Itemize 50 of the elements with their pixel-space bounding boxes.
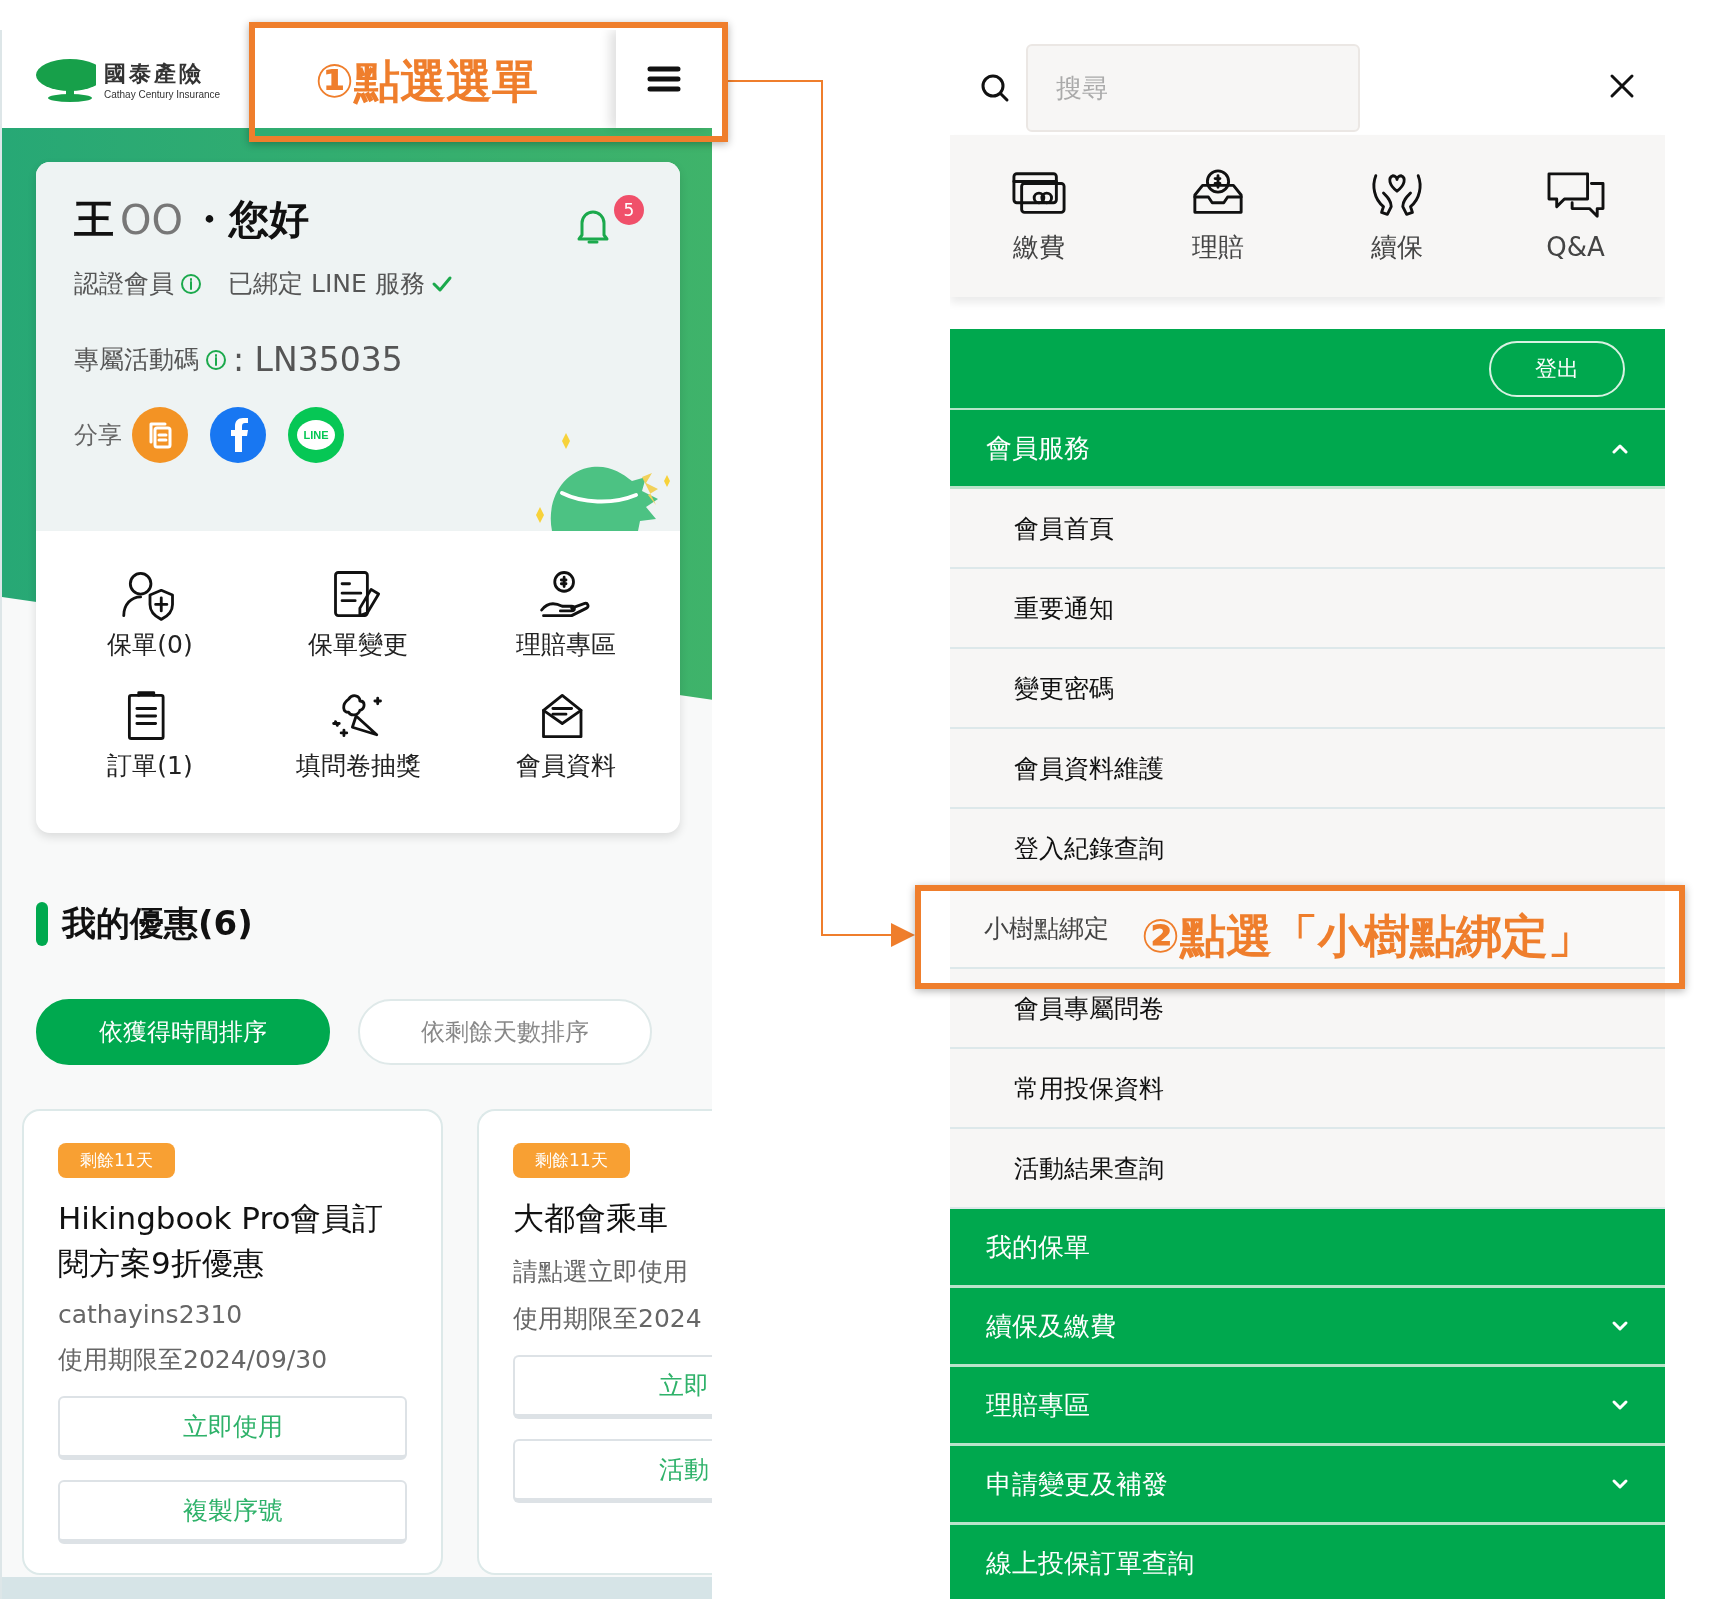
shortcut-button[interactable]: 保單(0) — [46, 567, 254, 662]
menu-icon — [647, 65, 681, 93]
logo-subtitle: Cathay Century Insurance — [104, 88, 221, 100]
share-label: 分享 — [74, 420, 122, 451]
coupon-text: 請點選立即使用 — [513, 1255, 689, 1288]
coupon-title: 大都會乘車 — [513, 1199, 669, 1238]
days-left-badge: 剩餘11天 — [513, 1143, 630, 1178]
promo-label: 專屬活動碼 — [74, 344, 199, 376]
submenu-item[interactable]: 活動結果查詢 — [950, 1129, 1665, 1209]
submenu-item[interactable]: 會員首頁 — [950, 489, 1665, 569]
days-left-badge: 剩餘11天 — [58, 1143, 175, 1178]
shortcut-button[interactable]: 保單變更 — [254, 567, 462, 662]
section-marker — [36, 902, 48, 946]
shortcut-button[interactable]: 填問卷抽獎 — [254, 688, 462, 783]
coupon-title: Hikingbook Pro會員訂閱方案9折優惠 — [58, 1199, 385, 1283]
section-title: 我的優惠(6) — [62, 902, 253, 945]
info-icon — [180, 272, 202, 295]
shortcut-button[interactable]: 訂單(1) — [46, 688, 254, 783]
submenu-item[interactable]: 變更密碼 — [950, 649, 1665, 729]
line-status: 已綁定 LINE 服務 — [228, 268, 425, 300]
promo-code: : LN35035 — [233, 340, 403, 379]
search-field[interactable]: 搜尋 — [1026, 43, 1360, 132]
copy-icon — [147, 420, 173, 450]
close-icon — [1609, 73, 1635, 99]
submenu-item[interactable]: 會員專屬問卷 — [950, 969, 1665, 1049]
callout-text: ②點選「小樹點綁定」 — [1141, 908, 1594, 965]
masked-name: OO — [120, 196, 183, 243]
quick-link[interactable]: 續保 — [1307, 135, 1487, 297]
greeting-text: ・您好 — [188, 195, 309, 244]
submenu-item[interactable]: 會員資料維護 — [950, 729, 1665, 809]
quick-link[interactable]: 理賠 — [1128, 135, 1308, 297]
coupon-text: 使用期限至2024/09/30 — [58, 1343, 329, 1376]
search-icon — [980, 72, 1010, 103]
member-status: 認證會員 — [74, 268, 174, 300]
info-icon — [205, 348, 227, 371]
coupon-text: 使用期限至2024 — [513, 1302, 703, 1335]
sort-button[interactable]: 依剩餘天數排序 — [358, 999, 652, 1065]
notification-badge: 5 — [614, 194, 644, 225]
logo-title: 國泰產險 — [104, 59, 205, 88]
facebook-button[interactable] — [210, 407, 266, 463]
shortcut-button[interactable]: 理賠專區 — [462, 567, 670, 662]
quick-link[interactable]: 繳費 — [950, 135, 1129, 297]
quick-link[interactable]: Q&A — [1486, 135, 1665, 297]
menu-button[interactable] — [616, 30, 712, 128]
shortcut-button[interactable]: 會員資料 — [462, 688, 670, 783]
coupon-text: cathayins2310 — [58, 1299, 244, 1329]
submenu-item[interactable]: 重要通知 — [950, 569, 1665, 649]
submenu-item[interactable]: 常用投保資料 — [950, 1049, 1665, 1129]
copy-button[interactable] — [132, 407, 188, 463]
user-name: 王 — [74, 195, 114, 244]
